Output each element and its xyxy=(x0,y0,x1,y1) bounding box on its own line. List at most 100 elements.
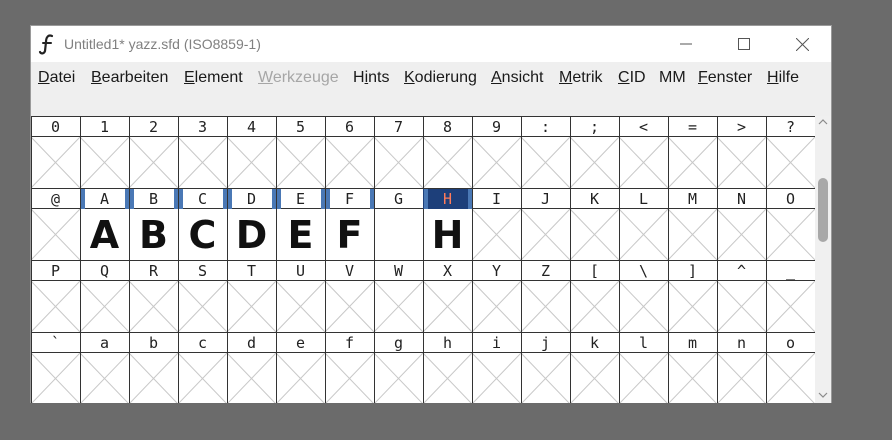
changed-marker xyxy=(277,189,281,209)
menu-item-2[interactable]: Element xyxy=(184,69,243,87)
menu-item-4[interactable]: Hints xyxy=(353,69,389,87)
glyph-label[interactable]: : xyxy=(521,117,570,137)
vertical-scrollbar[interactable] xyxy=(815,116,831,403)
glyph-label[interactable]: 2 xyxy=(129,117,178,137)
glyph-label[interactable]: 7 xyxy=(374,117,423,137)
glyph-label[interactable]: 0 xyxy=(31,117,80,137)
glyph-label[interactable]: D xyxy=(227,189,276,209)
glyph-label[interactable]: n xyxy=(717,333,766,353)
changed-marker xyxy=(326,189,330,209)
glyph-label[interactable]: M xyxy=(668,189,717,209)
scroll-up-icon[interactable] xyxy=(818,117,828,127)
glyph-cell[interactable]: H xyxy=(423,209,472,260)
scrollbar-thumb[interactable] xyxy=(818,178,828,242)
glyph-cell[interactable]: E xyxy=(276,209,325,260)
maximize-button[interactable] xyxy=(715,26,773,62)
changed-marker xyxy=(81,189,85,209)
minimize-button[interactable] xyxy=(657,26,715,62)
close-icon xyxy=(795,37,809,51)
glyph-label[interactable]: f xyxy=(325,333,374,353)
glyph-label[interactable]: F xyxy=(325,189,374,209)
glyph-label[interactable]: 1 xyxy=(80,117,129,137)
glyph-label[interactable]: B xyxy=(129,189,178,209)
glyph-label[interactable]: ^ xyxy=(717,261,766,281)
menu-item-0[interactable]: Datei xyxy=(38,69,75,87)
title-bar[interactable]: Untitled1* yazz.sfd (ISO8859-1) xyxy=(31,26,831,62)
glyph-label[interactable]: i xyxy=(472,333,521,353)
menu-item-5[interactable]: Kodierung xyxy=(404,69,477,87)
menu-item-6[interactable]: Ansicht xyxy=(491,69,543,87)
glyph-label[interactable]: J xyxy=(521,189,570,209)
glyph-label[interactable]: 8 xyxy=(423,117,472,137)
glyph-label[interactable]: ? xyxy=(766,117,815,137)
glyph-label[interactable]: 4 xyxy=(227,117,276,137)
menu-item-8[interactable]: CID xyxy=(618,69,646,87)
scroll-down-icon[interactable] xyxy=(818,390,828,400)
glyph-label[interactable]: H xyxy=(423,189,472,209)
glyph-label[interactable]: d xyxy=(227,333,276,353)
menu-item-10[interactable]: Fenster xyxy=(698,69,752,87)
glyph-label[interactable]: V xyxy=(325,261,374,281)
glyph-label[interactable]: N xyxy=(717,189,766,209)
glyph-label[interactable]: @ xyxy=(31,189,80,209)
glyph-label[interactable]: k xyxy=(570,333,619,353)
glyph-label[interactable]: C xyxy=(178,189,227,209)
glyph-label[interactable]: = xyxy=(668,117,717,137)
glyph-label[interactable]: A xyxy=(80,189,129,209)
changed-marker xyxy=(424,189,428,209)
glyph-label[interactable]: g xyxy=(374,333,423,353)
glyph-label[interactable]: O xyxy=(766,189,815,209)
glyph-label[interactable]: P xyxy=(31,261,80,281)
glyph-label[interactable]: b xyxy=(129,333,178,353)
glyph-cell[interactable]: B xyxy=(129,209,178,260)
glyph-label[interactable]: K xyxy=(570,189,619,209)
changed-marker xyxy=(228,189,232,209)
glyph-cell[interactable]: F xyxy=(325,209,374,260)
glyph-label[interactable]: a xyxy=(80,333,129,353)
glyph-label[interactable]: E xyxy=(276,189,325,209)
font-view-grid[interactable]: 0 1 2 3 4 5 6 7 8 9:; < = >? @ A A B B C C D D E E F F G H H I J K L M N O P… xyxy=(31,116,815,403)
glyph-cell[interactable]: C xyxy=(178,209,227,260)
glyph-label[interactable]: ; xyxy=(570,117,619,137)
menu-item-3[interactable]: Werkzeuge xyxy=(258,69,339,87)
glyph-label[interactable]: < xyxy=(619,117,668,137)
glyph-label[interactable]: U xyxy=(276,261,325,281)
glyph-label[interactable]: S xyxy=(178,261,227,281)
glyph-label[interactable]: W xyxy=(374,261,423,281)
glyph-label[interactable]: Q xyxy=(80,261,129,281)
glyph-label[interactable]: \ xyxy=(619,261,668,281)
glyph-label[interactable]: l xyxy=(619,333,668,353)
glyph-label[interactable]: _ xyxy=(766,261,815,281)
glyph-label[interactable]: ] xyxy=(668,261,717,281)
glyph-label[interactable]: R xyxy=(129,261,178,281)
glyph-label[interactable]: ` xyxy=(31,333,80,353)
glyph-label[interactable]: m xyxy=(668,333,717,353)
glyph-label[interactable]: > xyxy=(717,117,766,137)
glyph-label[interactable]: 5 xyxy=(276,117,325,137)
menu-item-7[interactable]: Metrik xyxy=(559,69,603,87)
glyph-label[interactable]: e xyxy=(276,333,325,353)
glyph-label[interactable]: L xyxy=(619,189,668,209)
menu-item-11[interactable]: Hilfe xyxy=(767,69,799,87)
glyph-label[interactable]: c xyxy=(178,333,227,353)
glyph-cell[interactable]: D xyxy=(227,209,276,260)
glyph-label[interactable]: 9 xyxy=(472,117,521,137)
glyph-label[interactable]: j xyxy=(521,333,570,353)
close-button[interactable] xyxy=(773,26,831,62)
glyph-label[interactable]: I xyxy=(472,189,521,209)
glyph-label[interactable]: h xyxy=(423,333,472,353)
glyph-cell[interactable]: A xyxy=(80,209,129,260)
menu-item-9[interactable]: MM xyxy=(659,69,686,87)
glyph-label[interactable]: 3 xyxy=(178,117,227,137)
glyph-label[interactable]: [ xyxy=(570,261,619,281)
changed-marker xyxy=(130,189,134,209)
glyph-label[interactable]: Z xyxy=(521,261,570,281)
glyph-label[interactable]: Y xyxy=(472,261,521,281)
minimize-icon xyxy=(680,43,692,45)
glyph-label[interactable]: T xyxy=(227,261,276,281)
glyph-label[interactable]: 6 xyxy=(325,117,374,137)
menu-item-1[interactable]: Bearbeiten xyxy=(91,69,168,87)
glyph-label[interactable]: o xyxy=(766,333,815,353)
glyph-label[interactable]: X xyxy=(423,261,472,281)
glyph-label[interactable]: G xyxy=(374,189,423,209)
